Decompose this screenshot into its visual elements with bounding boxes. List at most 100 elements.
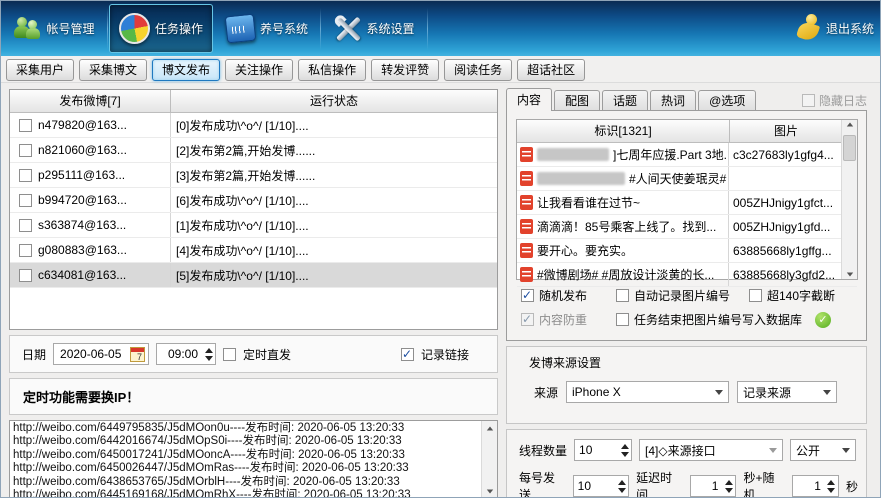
row-checkbox[interactable]: [19, 144, 32, 157]
row-checkbox[interactable]: [19, 244, 32, 257]
tab-hotwords[interactable]: 热词: [650, 90, 696, 111]
tab-topics[interactable]: 话题: [602, 90, 648, 111]
tab-follow-ops[interactable]: 关注操作: [225, 59, 293, 81]
spinner-arrows[interactable]: [618, 444, 631, 457]
tab-images[interactable]: 配图: [554, 90, 600, 111]
table-row[interactable]: n479820@163... [0]发布成功\^o^/ [1/10]....: [10, 113, 497, 138]
toolbar-item-nurture-system[interactable]: 养号系统: [215, 4, 319, 53]
auto-record-label: 自动记录图片编号: [634, 287, 744, 304]
auto-record-checkbox[interactable]: [616, 289, 629, 302]
random-seconds-spinner[interactable]: 1: [792, 475, 839, 497]
spinner-arrows[interactable]: [722, 480, 735, 493]
thread-count-value: 10: [575, 443, 618, 457]
scroll-up-icon[interactable]: [482, 421, 497, 435]
visibility-dropdown[interactable]: 公开: [790, 439, 856, 461]
log-line: http://weibo.com/6442016674/J5dMOpS0i---…: [13, 435, 480, 448]
post-title-cell: 滴滴滴！85号乘客上线了。找到...: [537, 218, 716, 235]
date-label: 日期: [22, 346, 46, 363]
row-checkbox[interactable]: [19, 219, 32, 232]
source-api-dropdown[interactable]: [4]◇来源接口: [639, 439, 783, 461]
record-source-dropdown[interactable]: 记录来源: [737, 381, 837, 403]
post-title-cell: #人间天使姜珉灵# ...: [629, 170, 729, 187]
post-row[interactable]: #人间天使姜珉灵# ...: [517, 167, 857, 191]
accounts-column-header[interactable]: 发布微博[7]: [10, 90, 171, 112]
delay-value: 1: [691, 479, 723, 493]
toolbar-item-task-operation[interactable]: 任务操作: [109, 4, 213, 53]
document-icon: [520, 219, 533, 234]
tab-content[interactable]: 内容: [506, 88, 552, 111]
tab-collect-users[interactable]: 采集用户: [6, 59, 74, 81]
record-link-checkbox[interactable]: [401, 348, 414, 361]
timed-publish-checkbox[interactable]: [223, 348, 236, 361]
tab-post-publish[interactable]: 博文发布: [152, 59, 220, 81]
time-spinner-arrows[interactable]: [202, 348, 215, 361]
delay-spinner[interactable]: 1: [690, 475, 737, 497]
calendar-icon[interactable]: [130, 347, 145, 362]
write-db-checkbox[interactable]: [616, 313, 629, 326]
table-row-selected[interactable]: c634081@163... [5]发布成功\^o^/ [1/10]....: [10, 263, 497, 288]
table-row[interactable]: p295111@163... [3]发布第2篇,开始发博......: [10, 163, 497, 188]
post-title-cell: 让我看看谁在过节~: [537, 194, 640, 211]
spinner-arrows[interactable]: [825, 480, 838, 493]
tab-dm-ops[interactable]: 私信操作: [298, 59, 366, 81]
table-row[interactable]: s363874@163... [1]发布成功\^o^/ [1/10]....: [10, 213, 497, 238]
toolbar-item-system-settings[interactable]: 系统设置: [322, 4, 426, 53]
source-device-value: iPhone X: [572, 385, 621, 399]
scroll-up-icon[interactable]: [842, 122, 857, 127]
scrollbar-thumb[interactable]: [843, 135, 856, 161]
status-cell: [0]发布成功\^o^/ [1/10]....: [170, 113, 497, 137]
tab-read-tasks[interactable]: 阅读任务: [444, 59, 512, 81]
row-checkbox[interactable]: [19, 269, 32, 282]
delay-label: 延迟时间: [636, 469, 683, 498]
post-row[interactable]: #微博剧场# #周放设计淡黄的长... 63885668ly3gfd2...: [517, 263, 857, 287]
time-spinner[interactable]: 09:00: [156, 343, 216, 365]
scroll-down-icon[interactable]: [842, 272, 857, 277]
table-row[interactable]: b994720@163... [6]发布成功\^o^/ [1/10]....: [10, 188, 497, 213]
per-account-send-spinner[interactable]: 10: [573, 475, 629, 497]
random-publish-checkbox[interactable]: [521, 289, 534, 302]
tab-supertopic[interactable]: 超话社区: [517, 59, 585, 81]
date-picker[interactable]: 2020-06-05: [53, 343, 149, 365]
spinner-arrows[interactable]: [615, 480, 628, 493]
image-column-header[interactable]: 图片: [730, 120, 842, 142]
thread-row: 线程数量 10 [4]◇来源接口 公开: [519, 439, 858, 461]
options-row-1: 随机发布 自动记录图片编号 超140字截断: [521, 287, 835, 304]
posts-table: 标识[1321] 图片 ]七周年应援.Part 3地... c3c27683ly…: [516, 119, 858, 280]
hide-log-checkbox[interactable]: [802, 94, 815, 107]
row-checkbox[interactable]: [19, 169, 32, 182]
send-row: 每号发送 10 延迟时间 1 秒+随机 1 秒: [519, 469, 858, 498]
tab-collect-posts[interactable]: 采集博文: [79, 59, 147, 81]
post-title-cell: 要开心。要充实。: [537, 242, 633, 259]
table-row[interactable]: n821060@163... [2]发布第2篇,开始发博......: [10, 138, 497, 163]
posts-table-scrollbar[interactable]: [841, 120, 857, 279]
log-scrollbar[interactable]: [481, 421, 497, 498]
tab-repost-like[interactable]: 转发评赞: [371, 59, 439, 81]
toolbar-separator: [320, 8, 321, 50]
toolbar-item-account-manage[interactable]: 帐号管理: [2, 4, 106, 53]
status-cell: [2]发布第2篇,开始发博......: [170, 138, 497, 162]
publish-log-box[interactable]: http://weibo.com/6449795835/J5dMOon0u---…: [9, 420, 498, 498]
source-device-dropdown[interactable]: iPhone X: [566, 381, 729, 403]
truncate-checkbox[interactable]: [749, 289, 762, 302]
post-row[interactable]: 要开心。要充实。 63885668ly1gffg...: [517, 239, 857, 263]
title-column-header[interactable]: 标识[1321]: [517, 120, 730, 142]
status-ok-icon: ✓: [815, 312, 831, 328]
table-row[interactable]: g080883@163... [4]发布成功\^o^/ [1/10]....: [10, 238, 497, 263]
status-column-header[interactable]: 运行状态: [171, 90, 497, 112]
source-group-title: 发博来源设置: [529, 354, 601, 371]
post-row[interactable]: 滴滴滴！85号乘客上线了。找到... 005ZHJnigy1gfd...: [517, 215, 857, 239]
exit-system-button[interactable]: 退出系统: [796, 1, 874, 56]
row-checkbox[interactable]: [19, 119, 32, 132]
users-icon: [13, 16, 41, 42]
post-row[interactable]: 让我看看谁在过节~ 005ZHJnigy1gfct...: [517, 191, 857, 215]
row-checkbox[interactable]: [19, 194, 32, 207]
ip-notice-panel: 定时功能需要换IP！: [9, 378, 498, 415]
thread-count-spinner[interactable]: 10: [574, 439, 632, 461]
post-row[interactable]: ]七周年应援.Part 3地... c3c27683ly1gfg4...: [517, 143, 857, 167]
log-line: http://weibo.com/6445169168/J5dMOmRhX---…: [13, 489, 480, 498]
write-db-label: 任务结束把图片编号写入数据库: [634, 311, 810, 328]
scroll-down-icon[interactable]: [482, 484, 497, 498]
truncate-label: 超140字截断: [767, 287, 835, 304]
dedupe-checkbox[interactable]: [521, 313, 534, 326]
tab-at-options[interactable]: @选项: [698, 90, 756, 111]
